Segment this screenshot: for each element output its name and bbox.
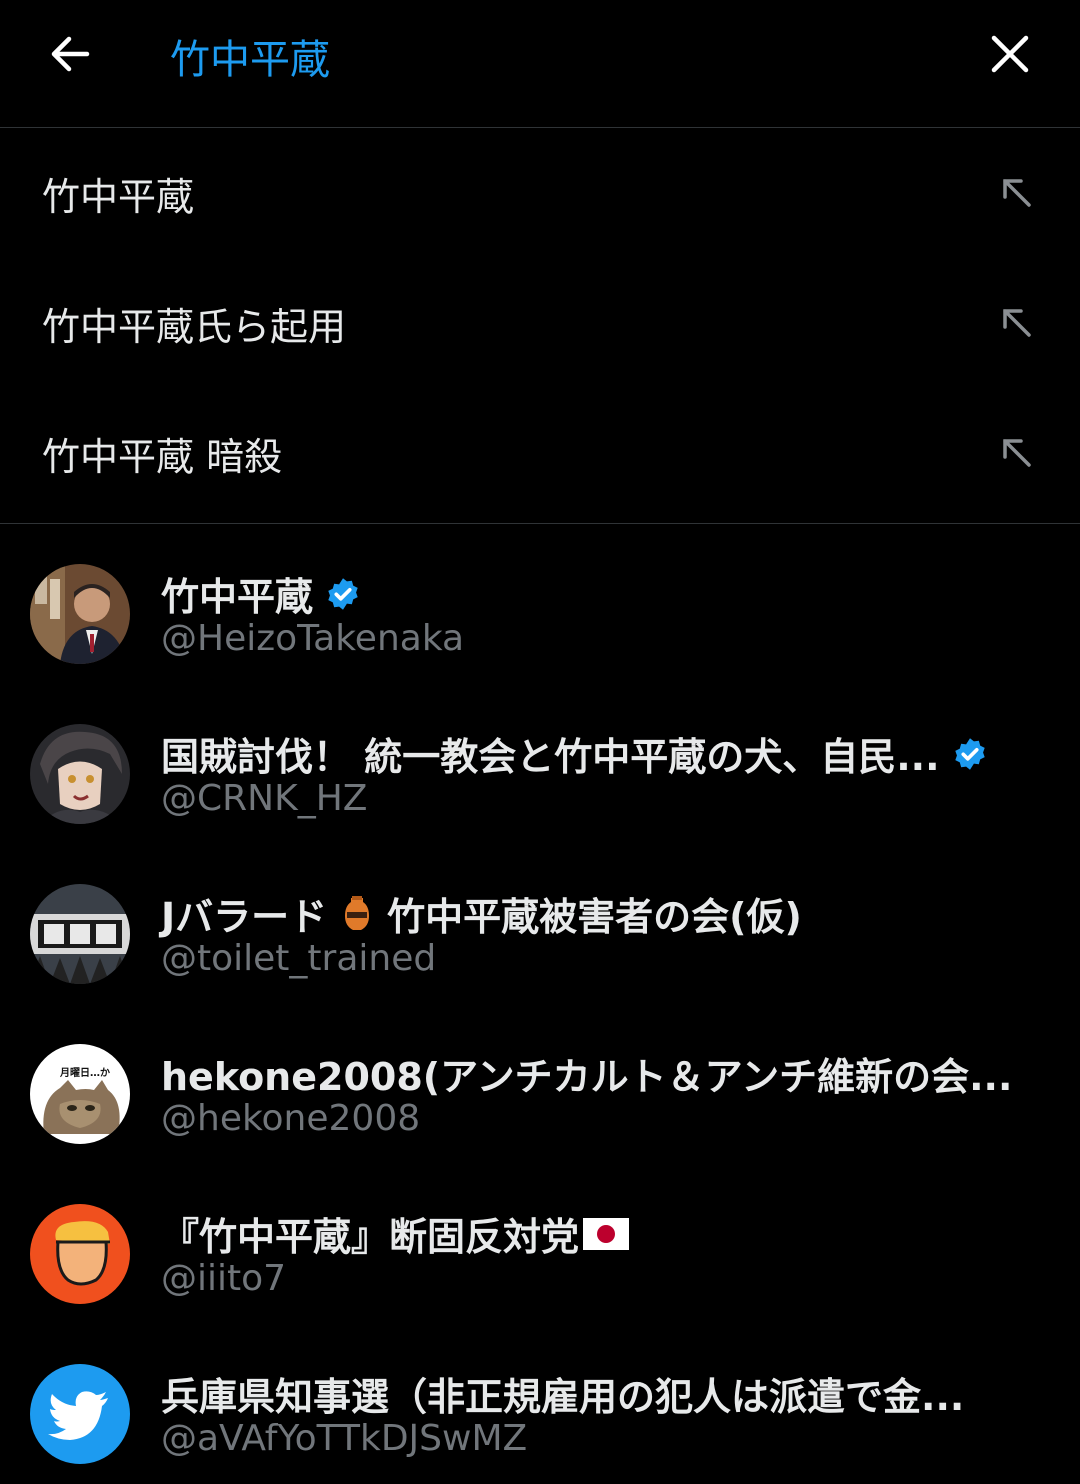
user-display-name: 竹中平蔵 <box>161 566 361 621</box>
japan-flag-icon <box>583 1217 630 1250</box>
user-result-item[interactable]: 竹中平蔵 @HeizoTakenaka <box>0 524 1080 684</box>
fill-query-button[interactable] <box>990 426 1042 478</box>
user-handle: @iiito7 <box>161 1258 287 1299</box>
suggestion-label: 竹中平蔵 <box>42 175 195 219</box>
suggestion-item[interactable]: 竹中平蔵氏ら起用 <box>0 258 1080 388</box>
user-result-item[interactable]: 兵庫県知事選（非正規雇用の犯人は派遣で金... @aVAfYoTTkDJSwMZ <box>0 1324 1080 1484</box>
amphora-icon <box>345 895 370 930</box>
arrow-up-left-icon <box>1003 179 1031 207</box>
search-header <box>0 0 1080 128</box>
fill-query-button[interactable] <box>990 166 1042 218</box>
arrow-left-icon <box>51 36 90 72</box>
arrow-up-left-icon <box>1003 309 1031 337</box>
search-suggestions: 竹中平蔵 竹中平蔵氏ら起用 竹中平蔵 暗殺 <box>0 128 1080 524</box>
bird-icon <box>30 1364 130 1464</box>
user-display-name: 国賊討伐！ 統一教会と竹中平蔵の犬、自民... <box>161 726 988 781</box>
suggestion-item[interactable]: 竹中平蔵 暗殺 <box>0 388 1080 518</box>
user-result-item[interactable]: 『竹中平蔵』断固反対党 @iiito7 <box>0 1164 1080 1324</box>
user-handle: @aVAfYoTTkDJSwMZ <box>161 1418 528 1459</box>
user-handle: @toilet_trained <box>161 938 437 979</box>
avatar[interactable] <box>30 564 130 664</box>
suggestion-label: 竹中平蔵 暗殺 <box>42 435 283 479</box>
user-display-name: hekone2008(アンチカルト＆アンチ維新の会... <box>161 1055 1013 1099</box>
arrow-up-left-icon <box>1003 439 1031 467</box>
avatar[interactable]: 月曜日…か <box>30 1044 130 1144</box>
fill-query-button[interactable] <box>990 296 1042 348</box>
verified-badge-icon <box>328 577 358 610</box>
verified-badge-icon <box>954 737 985 770</box>
avatar[interactable] <box>30 1204 130 1304</box>
user-display-name: 『竹中平蔵』断固反対党 <box>161 1206 630 1261</box>
user-handle: @hekone2008 <box>161 1098 421 1139</box>
suggestion-item[interactable]: 竹中平蔵 <box>0 128 1080 258</box>
suggestion-label: 竹中平蔵氏ら起用 <box>42 305 347 349</box>
clear-search-button[interactable] <box>980 24 1040 84</box>
avatar[interactable] <box>30 1364 130 1464</box>
avatar[interactable] <box>30 884 130 984</box>
user-result-item[interactable]: 月曜日…か hekone2008(アンチカルト＆アンチ維新の会... @heko… <box>0 1004 1080 1164</box>
user-handle: @HeizoTakenaka <box>161 618 465 659</box>
user-results: 竹中平蔵 @HeizoTakenaka 国賊討伐！ 統一教会と竹中平蔵の犬、自民… <box>0 524 1080 1464</box>
back-button[interactable] <box>40 24 100 84</box>
user-result-item[interactable]: 国賊討伐！ 統一教会と竹中平蔵の犬、自民... @CRNK_HZ <box>0 684 1080 844</box>
user-result-item[interactable]: Jバラード 竹中平蔵被害者の会(仮) @toilet_trained <box>0 844 1080 1004</box>
user-display-name: Jバラード 竹中平蔵被害者の会(仮) <box>161 895 802 939</box>
search-input[interactable] <box>170 28 930 84</box>
user-handle: @CRNK_HZ <box>161 778 368 819</box>
user-display-name: 兵庫県知事選（非正規雇用の犯人は派遣で金... <box>161 1375 965 1419</box>
avatar[interactable] <box>30 724 130 824</box>
close-icon <box>991 35 1029 73</box>
